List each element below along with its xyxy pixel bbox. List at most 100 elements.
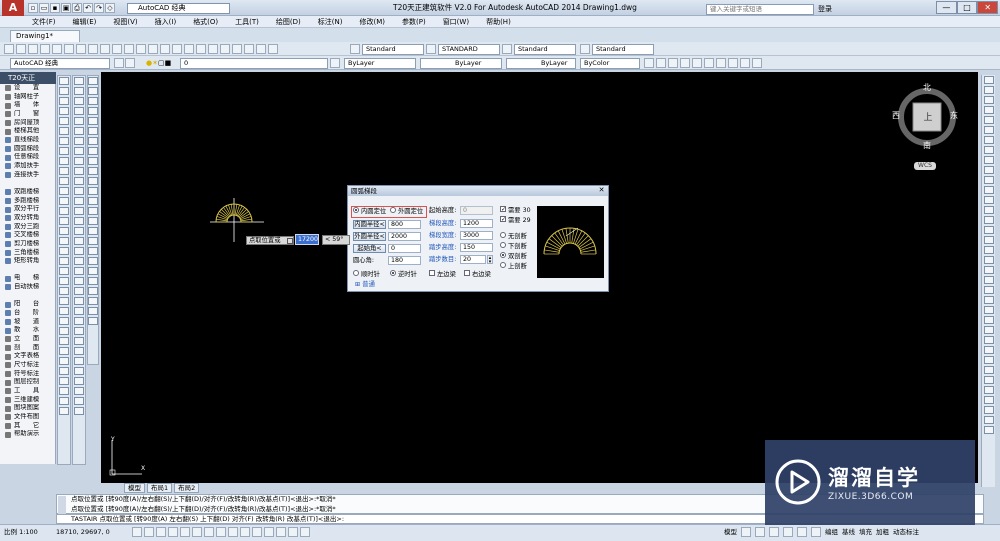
screen-menu-item[interactable]: 图层控制	[0, 378, 55, 387]
save-icon[interactable]	[28, 44, 38, 54]
viewcube-west[interactable]: 西	[892, 110, 902, 120]
navigation-tool-icon[interactable]	[983, 126, 994, 134]
modify-tool-icon[interactable]	[74, 107, 84, 115]
qp-icon[interactable]	[276, 527, 286, 537]
tianzheng-tool-icon[interactable]	[88, 217, 98, 225]
draw-tool-icon[interactable]	[59, 207, 69, 215]
modify-tool-icon[interactable]	[74, 337, 84, 345]
properties-icon[interactable]	[196, 44, 206, 54]
screen-menu-item[interactable]: 矩形转角	[0, 257, 55, 266]
baseline-toggle[interactable]: 基线	[842, 527, 855, 538]
draw-tool-icon[interactable]	[59, 317, 69, 325]
draw-tool-icon[interactable]	[59, 97, 69, 105]
modify-tool-icon[interactable]	[74, 297, 84, 305]
make-current-icon[interactable]	[330, 58, 340, 69]
tianzheng-tool-icon[interactable]	[88, 117, 98, 125]
draw-tool-icon[interactable]	[59, 337, 69, 345]
left-edge-checkbox[interactable]: 左边梁	[429, 270, 456, 279]
navigation-tool-icon[interactable]	[983, 416, 994, 424]
modify-tool-icon[interactable]	[74, 227, 84, 235]
tianzheng-tool-icon[interactable]	[88, 317, 98, 325]
menu-parametric[interactable]: 参数(P)	[402, 16, 426, 27]
linetype-dropdown[interactable]: ByLayer	[420, 58, 502, 69]
draw-tool-icon[interactable]	[59, 387, 69, 395]
tpy-icon[interactable]	[264, 527, 274, 537]
viewcube-top-face[interactable]: 上	[922, 110, 934, 123]
zoom-realtime-icon[interactable]	[160, 44, 170, 54]
tianzheng-tool-icon[interactable]	[88, 187, 98, 195]
screen-menu-item[interactable]: 工 具	[0, 387, 55, 396]
new-icon[interactable]	[4, 44, 14, 54]
mleader-style-dropdown[interactable]: Standard	[592, 44, 654, 55]
start-height-input[interactable]: 0	[460, 206, 493, 215]
paste-icon[interactable]	[100, 44, 110, 54]
screen-menu-item[interactable]: 尺寸标注	[0, 361, 55, 370]
navigation-tool-icon[interactable]	[983, 116, 994, 124]
draw-tool-icon[interactable]	[59, 107, 69, 115]
modify-tool-icon[interactable]	[74, 147, 84, 155]
screen-menu-item[interactable]: 台 阶	[0, 309, 55, 318]
navigation-tool-icon[interactable]	[983, 316, 994, 324]
modify-tool-icon[interactable]	[74, 257, 84, 265]
right-edge-checkbox[interactable]: 右边梁	[464, 270, 491, 279]
help-icon[interactable]	[268, 44, 278, 54]
run-height-input[interactable]: 1200	[460, 219, 493, 228]
navigation-tool-icon[interactable]	[983, 176, 994, 184]
tianzheng-tool-icon[interactable]	[88, 167, 98, 175]
draw-tool-icon[interactable]	[59, 327, 69, 335]
wcs-menu[interactable]: WCS	[914, 162, 936, 170]
copy-icon[interactable]	[88, 44, 98, 54]
screen-menu-item[interactable]: 圆弧梯段	[0, 145, 55, 154]
modify-tool-icon[interactable]	[74, 237, 84, 245]
draw-tool-icon[interactable]	[59, 357, 69, 365]
tab-model[interactable]: 模型	[124, 483, 145, 493]
osnap-icon[interactable]	[192, 527, 202, 537]
modify-tool-icon[interactable]	[74, 317, 84, 325]
draw-tool-icon[interactable]	[59, 267, 69, 275]
bold-toggle[interactable]: 加粗	[876, 527, 889, 538]
screen-menu-item[interactable]: 门 窗	[0, 110, 55, 119]
screen-menu-item[interactable]: 坡 道	[0, 318, 55, 327]
tool6-icon[interactable]	[704, 58, 714, 68]
tianzheng-tool-icon[interactable]	[88, 107, 98, 115]
model-space-toggle[interactable]: 模型	[724, 527, 737, 538]
draw-tool-icon[interactable]	[59, 377, 69, 385]
modify-tool-icon[interactable]	[74, 327, 84, 335]
designcenter-icon[interactable]	[208, 44, 218, 54]
tianzheng-tool-icon[interactable]	[88, 127, 98, 135]
modify-tool-icon[interactable]	[74, 247, 84, 255]
draw-tool-icon[interactable]	[59, 187, 69, 195]
modify-tool-icon[interactable]	[74, 277, 84, 285]
3dosnap-icon[interactable]	[204, 527, 214, 537]
zoom-window-icon[interactable]	[172, 44, 182, 54]
start-angle-input[interactable]: 0	[388, 244, 421, 253]
center-angle-input[interactable]: 180	[388, 256, 421, 265]
modify-tool-icon[interactable]	[74, 137, 84, 145]
tool7-icon[interactable]	[716, 58, 726, 68]
menu-window[interactable]: 窗口(W)	[443, 16, 469, 27]
dyn-icon[interactable]	[240, 527, 250, 537]
autocad-app-logo[interactable]: A	[2, 0, 24, 16]
step-count-input[interactable]: 20	[460, 255, 486, 264]
screen-menu-item[interactable]: 图块图案	[0, 404, 55, 413]
sc-icon[interactable]	[288, 527, 298, 537]
lineweight-dropdown[interactable]: ByLayer	[506, 58, 576, 69]
tool1-icon[interactable]	[644, 58, 654, 68]
snap-icon[interactable]	[144, 527, 154, 537]
cut-option-upper[interactable]: 上剖断	[500, 262, 527, 271]
draw-tool-icon[interactable]	[59, 287, 69, 295]
group-toggle[interactable]: 编组	[825, 527, 838, 538]
tianzheng-tool-icon[interactable]	[88, 297, 98, 305]
draw-tool-icon[interactable]	[59, 77, 69, 85]
draw-tool-icon[interactable]	[59, 177, 69, 185]
modify-tool-icon[interactable]	[74, 117, 84, 125]
am-icon[interactable]	[300, 527, 310, 537]
zoom-status-icon[interactable]	[783, 527, 793, 537]
screen-menu-item[interactable]: 帮助演示	[0, 430, 55, 439]
modify-tool-icon[interactable]	[74, 407, 84, 415]
navigation-tool-icon[interactable]	[983, 306, 994, 314]
screen-menu-item[interactable]: 楼梯其他	[0, 127, 55, 136]
screen-menu-item[interactable]: 双分三跑	[0, 223, 55, 232]
navigation-tool-icon[interactable]	[983, 326, 994, 334]
menu-draw[interactable]: 绘图(D)	[276, 16, 301, 27]
